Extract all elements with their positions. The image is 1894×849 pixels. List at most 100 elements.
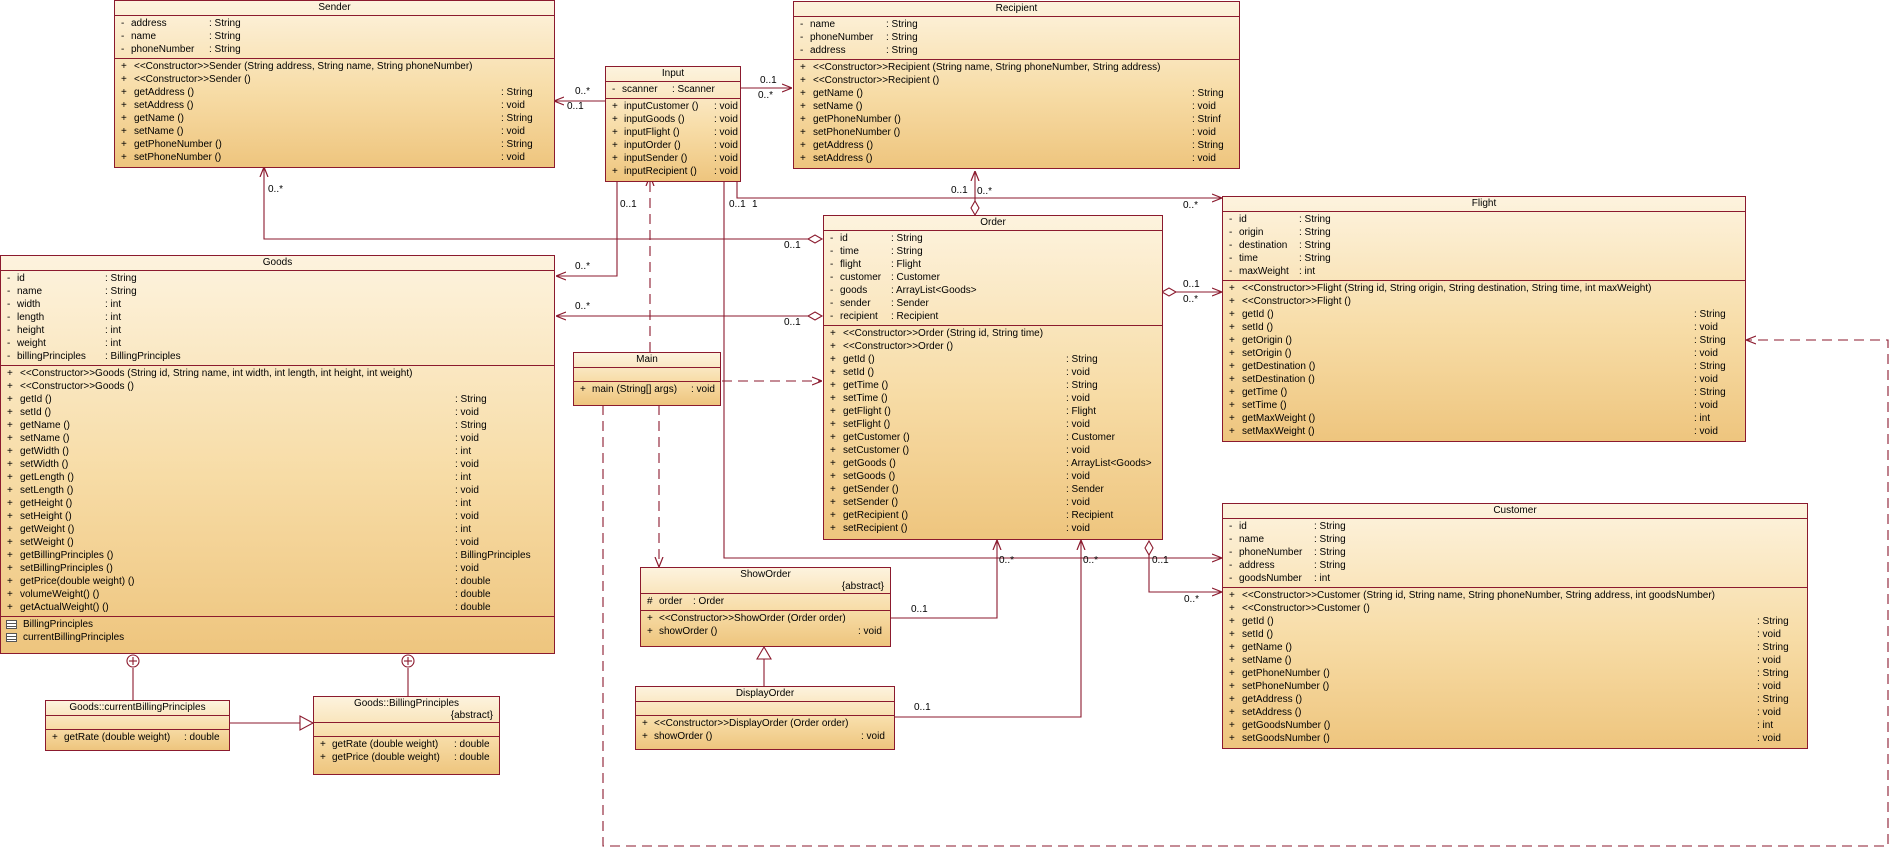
operation-row: + inputOrder (): void: [612, 140, 738, 151]
class-billing-principles[interactable]: Goods::BillingPrinciples {abstract} + get…: [313, 696, 500, 775]
inner-classes-section: BillingPrinciples currentBillingPrincipl…: [1, 617, 554, 646]
class-title: Customer: [1223, 504, 1807, 519]
aggregation-diamond-flight: [1160, 287, 1178, 297]
operations-section: + inputCustomer (): void + inputGoods (): …: [606, 99, 740, 180]
operation-row: + getPhoneNumber (): Strinf: [800, 114, 1221, 125]
attributes-section: - address: String - name: String - phoneNum…: [115, 16, 554, 59]
class-current-billing-principles[interactable]: Goods::currentBillingPrinciples + getRate…: [45, 700, 230, 751]
multiplicity-label: 0..*: [1183, 294, 1199, 305]
attribute-row: - maxWeight: int: [1229, 266, 1316, 277]
operation-row: + setTime (): void: [830, 393, 1090, 404]
class-title: Input: [606, 67, 740, 82]
attribute-row: - customer: Customer: [830, 272, 940, 283]
operation-row: + setAddress (): void: [800, 153, 1216, 164]
attribute-row: - id: String: [1229, 214, 1331, 225]
operation-row: + getWeight (): int: [7, 524, 472, 535]
attribute-row: - flight: Flight: [830, 259, 922, 270]
attribute-row: - origin: String: [1229, 227, 1331, 238]
multiplicity-label: 0..1: [729, 199, 746, 210]
operation-row: + <<Constructor>>DisplayOrder (Order orde…: [642, 718, 849, 729]
operation-row: + getTime (): String: [1229, 387, 1726, 398]
class-title: DisplayOrder: [636, 687, 894, 702]
generalization-arrow-billing: [299, 715, 315, 731]
class-goods[interactable]: Goods - id: String - name: String - width: …: [0, 255, 555, 654]
attribute-row: - id: String: [830, 233, 923, 244]
operation-row: + getActualWeight() (): double: [7, 602, 491, 613]
operation-row: + setName (): void: [800, 101, 1216, 112]
operation-row: + setOrigin (): void: [1229, 348, 1718, 359]
class-showorder[interactable]: ShowOrder {abstract} # order: Order + <<Co…: [640, 567, 891, 647]
operation-row: + inputFlight (): void: [612, 127, 738, 138]
inner-class-icon: [6, 620, 17, 629]
class-displayorder[interactable]: DisplayOrder + <<Constructor>>DisplayOrde…: [635, 686, 895, 750]
attribute-row: - scanner: Scanner: [612, 84, 715, 95]
operation-row: + getGoods (): ArrayList<Goods>: [830, 458, 1152, 469]
operations-section: + <<Constructor>>Recipient (String name, …: [794, 60, 1239, 167]
assoc-showorder-order: [890, 540, 997, 619]
generalization-arrow-showorder: [756, 645, 772, 660]
class-sender[interactable]: Sender - address: String - name: String -p…: [114, 0, 555, 168]
operation-row: + getOrigin (): String: [1229, 335, 1726, 346]
operation-row: + setBillingPrinciples (): void: [7, 563, 479, 574]
operation-row: + <<Constructor>>Sender (): [121, 74, 251, 85]
class-recipient[interactable]: Recipient - name: String - phoneNumber: St…: [793, 1, 1240, 169]
class-flight[interactable]: Flight - id: String - origin: String - dest…: [1222, 196, 1746, 442]
attribute-row: - billingPrinciples: BillingPrinciples: [7, 351, 181, 362]
operations-section: + <<Constructor>>ShowOrder (Order order) …: [641, 611, 890, 640]
inner-class-icon: [6, 633, 17, 642]
class-order[interactable]: Order - id: String - time: String - flight:…: [823, 215, 1163, 540]
operation-row: + inputGoods (): void: [612, 114, 738, 125]
multiplicity-label: 0..1: [567, 101, 584, 112]
attributes-section: # order: Order: [641, 594, 890, 611]
multiplicity-label: 0..*: [575, 301, 591, 312]
multiplicity-label: 0..*: [1184, 594, 1200, 605]
operation-row: + setAddress (): void: [1229, 707, 1781, 718]
operations-section: + <<Constructor>>Customer (String id, Str…: [1223, 588, 1807, 747]
class-title: Order: [824, 216, 1162, 231]
class-main[interactable]: Main + main (String[] args): void: [573, 352, 721, 406]
operation-row: + setLength (): void: [7, 485, 479, 496]
operation-row: + getId (): String: [1229, 309, 1726, 320]
multiplicity-label: 0..1: [914, 702, 931, 713]
class-title: Goods: [1, 256, 554, 271]
operation-row: + setHeight (): void: [7, 511, 479, 522]
multiplicity-label: 0..*: [268, 184, 284, 195]
operation-row: + getPrice(double weight) (): double: [7, 576, 491, 587]
operation-row: + getSender (): Sender: [830, 484, 1104, 495]
operation-row: + getId (): String: [1229, 616, 1789, 627]
attribute-row: - address: String: [121, 18, 241, 29]
operation-row: + getName (): String: [1229, 642, 1789, 653]
class-input[interactable]: Input - scanner: Scanner + inputCustomer (…: [605, 66, 741, 182]
operation-row: + inputSender (): void: [612, 153, 738, 164]
attribute-row: - destination: String: [1229, 240, 1331, 251]
operation-row: + getName (): String: [800, 88, 1224, 99]
attributes-section: - id: String - origin: String - destination…: [1223, 212, 1745, 281]
operation-row: + setPhoneNumber (): void: [1229, 681, 1781, 692]
operation-row: + setPhoneNumber (): void: [121, 152, 525, 163]
operation-row: + setName (): void: [121, 126, 525, 137]
attributes-section: [314, 723, 499, 737]
aggregation-diamond-customer: [1144, 539, 1154, 557]
attribute-row: - length: int: [7, 312, 122, 323]
operation-row: + getBillingPrinciples (): BillingPrincip…: [7, 550, 531, 561]
multiplicity-label: 0..*: [999, 555, 1015, 566]
operation-row: + <<Constructor>>Goods (String id, String…: [7, 368, 413, 379]
attribute-row: - address: String: [1229, 560, 1346, 571]
operation-row: + inputCustomer (): void: [612, 101, 738, 112]
operation-row: + <<Constructor>>Sender (String address, …: [121, 61, 473, 72]
operation-row: + setName (): void: [7, 433, 479, 444]
operation-row: + setMaxWeight (): void: [1229, 426, 1718, 437]
operations-section: + <<Constructor>>DisplayOrder (Order orde…: [636, 716, 894, 745]
operation-row: + setCustomer (): void: [830, 445, 1090, 456]
operation-row: + getAddress (): String: [800, 140, 1224, 151]
operation-row: + getName (): String: [121, 113, 533, 124]
operation-row: + getDestination (): String: [1229, 361, 1726, 372]
operation-row: + getRecipient (): Recipient: [830, 510, 1114, 521]
operation-row: + getRate (double weight): double: [52, 732, 220, 743]
aggregation-diamond-recipient: [970, 199, 980, 217]
multiplicity-label: 0..*: [977, 186, 993, 197]
multiplicity-label: 0..*: [758, 90, 774, 101]
operations-section: + <<Constructor>>Order (String id, String…: [824, 326, 1162, 537]
class-customer[interactable]: Customer - id: String - name: String - phon…: [1222, 503, 1808, 749]
operation-row: + getId (): String: [7, 394, 487, 405]
